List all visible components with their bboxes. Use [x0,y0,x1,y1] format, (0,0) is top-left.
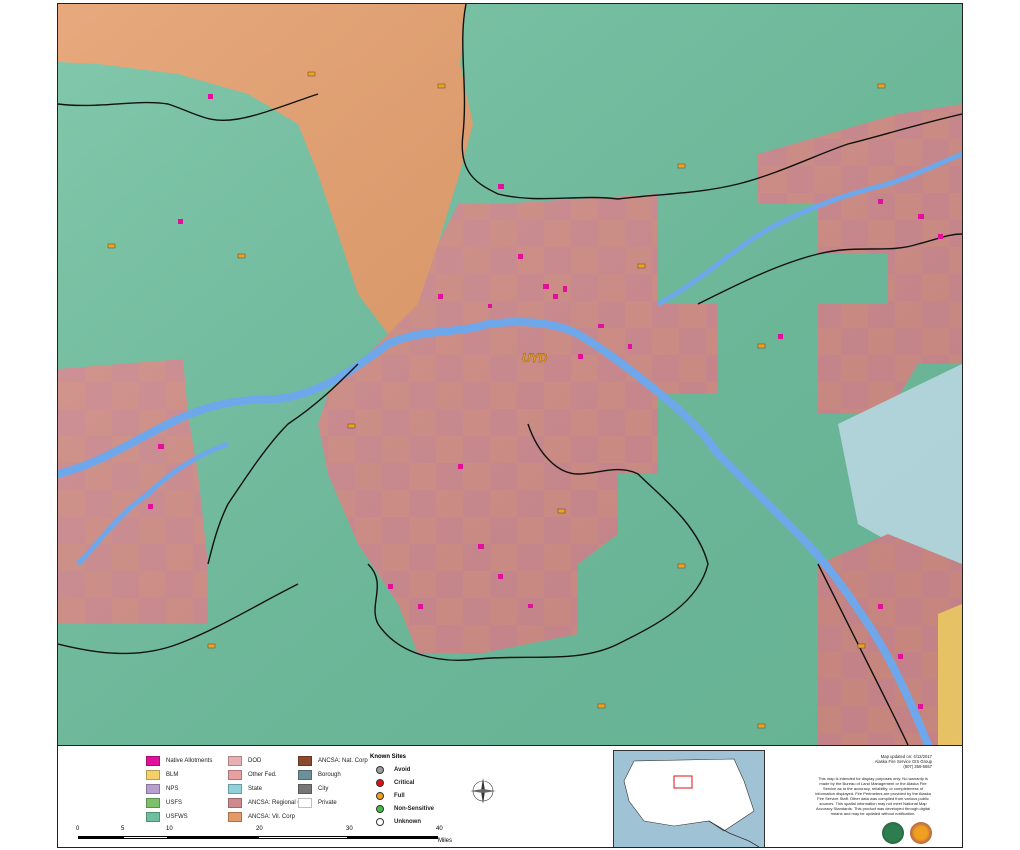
known-site-label: Avoid [394,767,411,773]
legend-label: USFWS [166,814,188,820]
legend-item: ANCSA: Nat. Corp [298,756,368,766]
scale-tick-label: 20 [256,826,263,832]
disclaimer-notice: This map is intended for display purpose… [815,776,931,816]
legend-label: Private [318,800,337,806]
scale-segment [78,836,123,839]
legend-item: Other Fed. [228,770,277,780]
legend-item: City [298,784,328,794]
known-site-label: Full [394,793,405,799]
known-site-label: Critical [394,780,415,786]
afs-logo-icon [910,822,932,844]
usfs-icon [146,798,160,808]
native-allotment-icon [146,756,160,766]
scale-tick-label: 0 [76,826,80,832]
known-site-item: Critical [376,779,414,787]
scale-segment [258,836,348,839]
site-dot-icon [376,818,384,826]
credit-line: (907) 356-5657 [903,764,932,770]
legend-item: DOD [228,756,261,766]
land-status-map[interactable]: UYD [58,4,962,745]
legend-label: USFS [166,800,183,806]
known-sites-title: Known Sites [370,754,407,760]
alaska-inset-map [613,750,765,847]
blm-logo-icon [882,822,904,844]
scale-segment [168,836,258,839]
borough-icon [298,770,312,780]
site-dot-icon [376,805,384,813]
legend-label: Native Allotments [166,758,213,764]
legend-item: USFS [146,798,182,808]
legend-item: Private [298,798,337,808]
state-icon [228,784,242,794]
city-icon [298,784,312,794]
usfws-icon [146,812,160,822]
scale-tick-label: 30 [346,826,353,832]
blm-icon [146,770,160,780]
legend-item: USFWS [146,812,188,822]
nps-icon [146,784,160,794]
legend-item: Borough [298,770,341,780]
legend-label: City [318,786,329,792]
known-site-item: Full [376,792,405,800]
native-corp-icon [298,756,312,766]
legend-label: ANCSA: Vil. Corp [248,814,295,820]
scale-segment [123,836,168,839]
dod-icon [228,756,242,766]
village-corp-icon [228,812,242,822]
legend-label: DOD [248,758,262,764]
known-site-item: Avoid [376,766,410,774]
legend-label: NPS [166,786,179,792]
site-dot-icon [376,779,384,787]
scale-segment [348,836,438,839]
site-dot-icon [376,766,384,774]
legend-label: Borough [318,772,341,778]
private-icon [298,798,312,808]
legend-item: Native Allotments [146,756,212,766]
scale-tick-label: 10 [166,826,173,832]
site-dot-icon [376,792,384,800]
regional-corp-icon [228,798,242,808]
city-label-uyd: UYD [522,351,548,365]
legend-label: ANCSA: Nat. Corp [318,758,368,764]
scale-tick-label: 40 [436,826,443,832]
known-site-label: Non-Sensitive [394,806,435,812]
credit-block: Map updated on: 4/12/2017 Alaska Fire Se… [814,754,932,770]
legend-label: BLM [166,772,179,778]
known-site-label: Unknown [394,819,421,825]
legend-label: State [248,786,263,792]
north-arrow-icon [470,778,496,804]
legend-item: BLM [146,770,178,780]
known-site-item: Non-Sensitive [376,805,434,813]
map-frame: UYD Native Allotments BLM NPS USFS USFWS DOD O… [57,3,963,848]
scale-unit: Miles [438,838,453,844]
map-legend: Native Allotments BLM NPS USFS USFWS DOD Other… [58,745,962,847]
legend-item: State [228,784,262,794]
legend-item: NPS [146,784,178,794]
other-fed-icon [228,770,242,780]
legend-item: ANCSA: Vil. Corp [228,812,295,822]
legend-label: Other Fed. [248,772,277,778]
scale-tick-label: 5 [121,826,125,832]
scale-bar: 0 5 10 20 30 40 [76,826,443,840]
known-site-item: Unknown [376,818,421,826]
